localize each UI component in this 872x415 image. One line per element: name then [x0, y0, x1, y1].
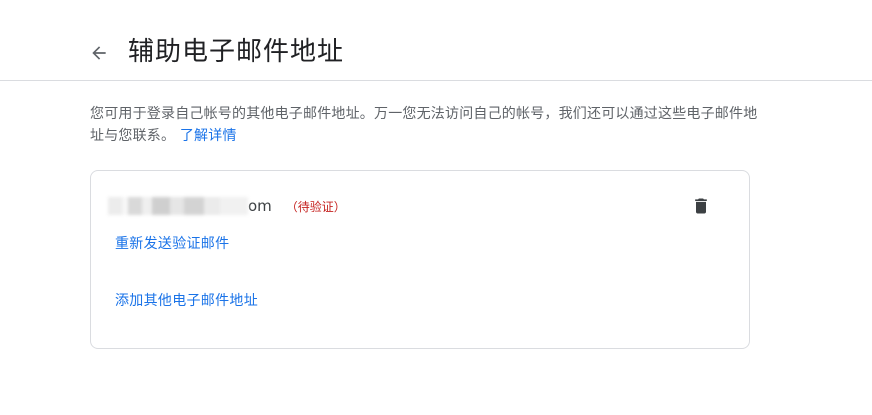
trash-icon	[695, 198, 707, 214]
email-row: om （待验证）	[108, 195, 346, 217]
delete-email-button[interactable]	[691, 195, 711, 217]
page-header: 辅助电子邮件地址	[0, 0, 872, 81]
page-description: 您可用于登录自己帐号的其他电子邮件地址。万一您无法访问自己的帐号，我们还可以通过…	[90, 103, 770, 147]
back-button[interactable]	[84, 38, 114, 68]
add-email-link[interactable]: 添加其他电子邮件地址	[115, 290, 258, 310]
email-card: om （待验证） 重新发送验证邮件 添加其他电子邮件地址	[90, 170, 750, 349]
email-address-suffix: om	[248, 197, 272, 215]
pending-status-badge: （待验证）	[285, 199, 346, 214]
arrow-back-icon	[92, 46, 106, 60]
learn-more-link[interactable]: 了解详情	[180, 128, 237, 144]
resend-verification-link[interactable]: 重新发送验证邮件	[115, 233, 229, 253]
page-title: 辅助电子邮件地址	[128, 37, 345, 67]
redacted-email	[108, 197, 248, 215]
